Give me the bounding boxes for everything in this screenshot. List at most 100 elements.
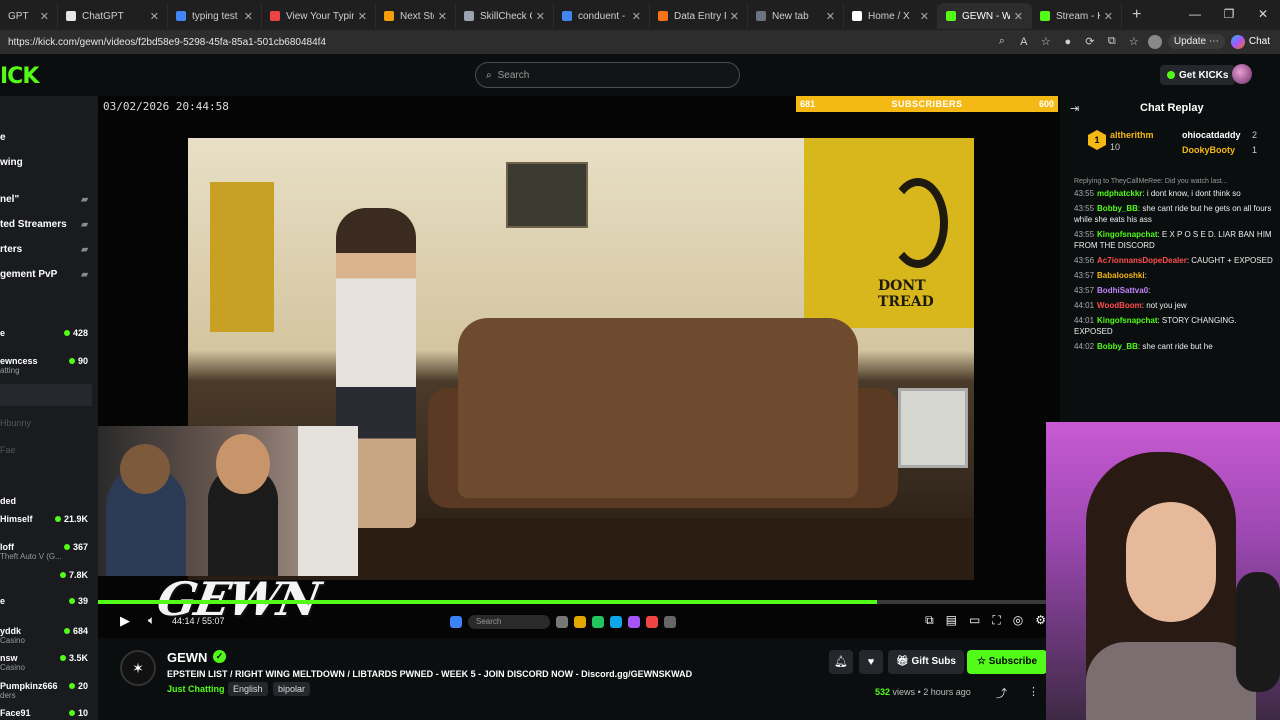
play-button[interactable]: ▶ xyxy=(120,613,130,629)
read-aloud-icon[interactable]: A xyxy=(1016,36,1032,48)
gifter-name[interactable]: altherithm xyxy=(1110,130,1154,140)
url-field[interactable]: https://kick.com/gewn/videos/f2bd58e9-52… xyxy=(8,37,326,48)
gifter-name[interactable]: DookyBooty xyxy=(1182,145,1235,155)
close-icon[interactable]: ✕ xyxy=(1246,0,1280,30)
extensions-puzzle-icon[interactable]: ⧉ xyxy=(1104,35,1120,48)
tag-english[interactable]: English xyxy=(228,682,268,696)
sidebar-nav-item[interactable]: e xyxy=(0,132,98,143)
gift-subs-button[interactable]: 🎁︎ Gift Subs xyxy=(888,650,964,674)
browser-tab[interactable]: Data Entry Proc ✕ xyxy=(650,3,748,29)
tab-close-icon[interactable]: ✕ xyxy=(920,10,929,23)
notification-bell-button[interactable]: 🔔︎ xyxy=(829,650,853,674)
kick-logo[interactable]: ICK xyxy=(0,64,39,89)
video-progress-bar[interactable] xyxy=(98,600,1060,604)
browser-tab[interactable]: ChatGPT ✕ xyxy=(58,3,168,29)
pin-icon[interactable]: ▰ xyxy=(81,269,88,280)
sidebar-channel[interactable]: ded xyxy=(0,496,98,506)
tag-bipolar[interactable]: bipolar xyxy=(273,682,311,696)
gifter-name[interactable]: ohiocatdaddy xyxy=(1182,130,1241,140)
sidebar-channel[interactable]: Fae xyxy=(0,445,98,455)
settings-gear-icon[interactable]: ⚙ xyxy=(1035,613,1046,628)
message-username[interactable]: Ac7ionnansDopeDealer xyxy=(1097,256,1187,265)
collapse-chat-icon[interactable]: ⇥ xyxy=(1070,102,1079,115)
browser-tab[interactable]: GEWN - Watch ✕ xyxy=(938,3,1032,29)
message-username[interactable]: Kingofsnapchat xyxy=(1097,316,1157,325)
sidebar-nav-item[interactable]: rters ▰ xyxy=(0,244,98,255)
tab-close-icon[interactable]: ✕ xyxy=(358,10,367,23)
clip-icon[interactable]: ▤ xyxy=(946,613,957,628)
browser-tab[interactable]: View Your Typin ✕ xyxy=(262,3,376,29)
tab-close-icon[interactable]: ✕ xyxy=(40,10,49,23)
sidebar-channel[interactable]: e 428 xyxy=(0,328,98,338)
follow-heart-button[interactable]: ♥ xyxy=(859,650,883,674)
sidebar-nav-item[interactable]: nel" ▰ xyxy=(0,194,98,205)
pin-icon[interactable]: ▰ xyxy=(81,244,88,255)
message-username[interactable]: Kingofsnapchat xyxy=(1097,230,1157,239)
tab-close-icon[interactable]: ✕ xyxy=(730,10,739,23)
sidebar-channel[interactable]: yddk Casino 684 xyxy=(0,626,98,645)
profile-avatar[interactable] xyxy=(1147,34,1162,49)
browser-tab[interactable]: conduent - Sea ✕ xyxy=(554,3,650,29)
user-avatar[interactable] xyxy=(1232,64,1252,84)
collections-icon[interactable]: ☆ xyxy=(1126,35,1142,48)
sidebar-nav-item[interactable]: ted Streamers ▰ xyxy=(0,219,98,230)
category-link[interactable]: Just Chatting xyxy=(167,684,225,694)
message-username[interactable]: Babalooshki xyxy=(1097,271,1145,280)
restore-icon[interactable]: ❐ xyxy=(1212,0,1246,30)
channel-avatar[interactable]: ✶ xyxy=(120,650,156,686)
tab-close-icon[interactable]: ✕ xyxy=(150,10,159,23)
sidebar-channel[interactable]: Pumpkinz666 ders 20 xyxy=(0,681,98,700)
volume-icon[interactable]: 🔈︎ xyxy=(148,613,155,628)
message-username[interactable]: mdphatckkr xyxy=(1097,189,1142,198)
browser-tab[interactable]: typing test - Se ✕ xyxy=(168,3,262,29)
sidebar-channel[interactable]: Hbunny xyxy=(0,418,98,428)
tab-close-icon[interactable]: ✕ xyxy=(632,10,641,23)
tab-close-icon[interactable]: ✕ xyxy=(536,10,545,23)
new-tab-icon[interactable]: + xyxy=(1132,6,1141,24)
tab-close-icon[interactable]: ✕ xyxy=(1104,10,1113,23)
pin-icon[interactable]: ▰ xyxy=(81,219,88,230)
tab-close-icon[interactable]: ✕ xyxy=(438,10,447,23)
browser-tab[interactable]: SkillCheck Onli ✕ xyxy=(456,3,554,29)
sidebar-nav-item[interactable]: wing xyxy=(0,157,98,168)
get-kicks-button[interactable]: Get KICKs xyxy=(1160,65,1236,85)
browser-tab[interactable]: GPT ✕ xyxy=(0,3,58,29)
search-box[interactable]: ⌕ xyxy=(475,62,740,88)
sidebar-channel[interactable]: Himself 21.9K xyxy=(0,514,98,524)
extension-icon[interactable]: ● xyxy=(1060,36,1076,48)
sidebar-channel[interactable]: ewncess atting 90 xyxy=(0,356,98,375)
search-input[interactable] xyxy=(497,69,718,81)
copilot-chat-button[interactable]: Chat xyxy=(1230,34,1270,49)
fullscreen-icon[interactable]: ⛶ xyxy=(992,613,1000,628)
message-username[interactable]: Bobby_BB xyxy=(1097,204,1138,213)
more-options-icon[interactable]: ⋮ xyxy=(1028,685,1039,698)
sidebar-channel[interactable]: loff Theft Auto V (G... 367 xyxy=(0,542,98,561)
theater-mode-icon[interactable]: ▭ xyxy=(969,613,980,628)
browser-tab[interactable]: Home / X ✕ xyxy=(844,3,938,29)
minimize-icon[interactable]: — xyxy=(1178,0,1212,30)
sidebar-channel[interactable]: Face91 10 xyxy=(0,708,98,718)
browser-tab[interactable]: Next Step: Com ✕ xyxy=(376,3,456,29)
zoom-icon[interactable]: ⌕ xyxy=(994,35,1010,48)
update-button[interactable]: Update ⋯ xyxy=(1167,34,1225,49)
tab-close-icon[interactable]: ✕ xyxy=(1014,10,1023,23)
pip-toggle-icon[interactable]: ⧉ xyxy=(925,613,934,628)
tab-close-icon[interactable]: ✕ xyxy=(826,10,835,23)
sidebar-channel[interactable]: e 39 xyxy=(0,596,98,606)
refresh-extension-icon[interactable]: ⟳ xyxy=(1082,35,1098,48)
sidebar-channel[interactable]: nsw Casino 3.5K xyxy=(0,653,98,672)
message-username[interactable]: WoodBoom xyxy=(1097,301,1142,310)
message-username[interactable]: Bobby_BB xyxy=(1097,342,1138,351)
video-player[interactable]: DONT TREAD 03/02/2026 20:44:58 681 SUBSC… xyxy=(98,96,1060,638)
pin-icon[interactable]: ▰ xyxy=(81,194,88,205)
favorite-star-icon[interactable]: ☆ xyxy=(1038,35,1054,48)
message-username[interactable]: BodhiSattva0 xyxy=(1097,286,1148,295)
subscribe-button[interactable]: ☆ Subscribe xyxy=(967,650,1048,674)
tab-close-icon[interactable]: ✕ xyxy=(244,10,253,23)
share-icon[interactable]: ⤴ xyxy=(996,685,1007,701)
browser-tab[interactable]: Stream - Kick D ✕ xyxy=(1032,3,1122,29)
browser-tab[interactable]: New tab ✕ xyxy=(748,3,844,29)
quality-icon[interactable]: ◎ xyxy=(1013,613,1023,628)
sidebar-nav-item[interactable]: gement PvP ▰ xyxy=(0,269,98,280)
channel-name[interactable]: GEWN xyxy=(167,650,207,665)
